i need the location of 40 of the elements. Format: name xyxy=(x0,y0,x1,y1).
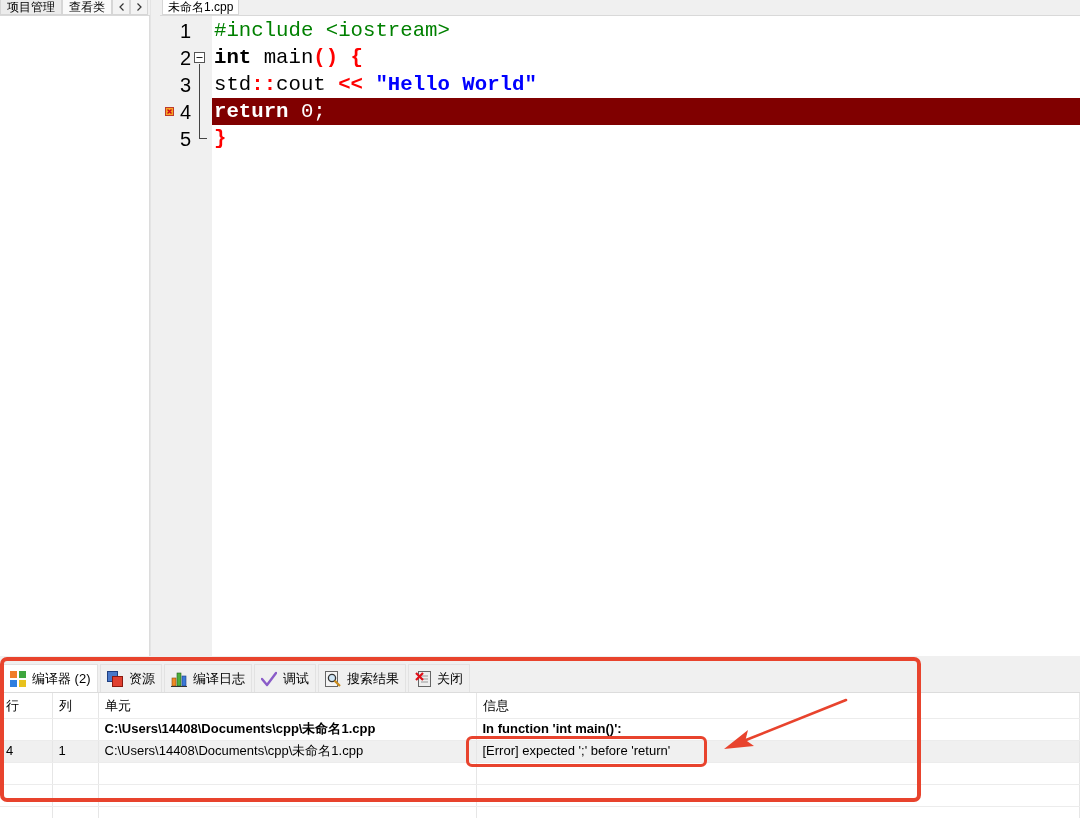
table-cell: C:\Users\14408\Documents\cpp\未命名1.cpp xyxy=(104,743,364,760)
line-number: 5 xyxy=(178,126,191,151)
panel-tab[interactable]: 关闭 xyxy=(407,664,470,692)
table-cell: [Error] expected ';' before 'return' xyxy=(482,743,671,760)
panel-tab[interactable]: 项目管理 xyxy=(0,0,62,15)
panel-tab[interactable]: 编译器 (2) xyxy=(3,664,98,692)
grid-icon xyxy=(10,670,26,687)
line-number: 4 xyxy=(178,99,191,124)
line-number: 3 xyxy=(178,72,191,97)
code-line: int main() { xyxy=(213,45,364,71)
file-tab[interactable]: 未命名1.cpp xyxy=(162,0,240,15)
fold-toggle-icon[interactable] xyxy=(193,52,205,63)
table-cell: 1 xyxy=(58,743,66,760)
code-line: #include <iostream> xyxy=(213,18,451,44)
table-cell: C:\Users\14408\Documents\cpp\未命名1.cpp xyxy=(104,721,376,738)
panel-tab[interactable]: 搜索结果 xyxy=(317,664,406,692)
code-line: std::cout << "Hello World" xyxy=(213,72,538,98)
check-icon xyxy=(260,670,277,687)
line-number: 2 xyxy=(178,45,191,70)
table-cell: 4 xyxy=(6,743,14,760)
line-number: 1 xyxy=(178,18,191,43)
overlapping-squares-icon xyxy=(106,670,123,687)
chevron-right-icon xyxy=(136,3,142,11)
panel-tab[interactable]: 资源 xyxy=(99,664,162,692)
scroll-left-button[interactable] xyxy=(112,0,130,15)
column-header[interactable]: 行 xyxy=(6,697,19,714)
table-cell: In function 'int main()': xyxy=(482,721,622,738)
document-magnifier-icon xyxy=(324,670,341,687)
bar-chart-icon xyxy=(170,670,187,687)
column-header[interactable]: 信息 xyxy=(482,697,509,714)
scroll-right-button[interactable] xyxy=(130,0,148,15)
document-x-icon xyxy=(414,670,431,687)
column-header[interactable]: 列 xyxy=(58,697,72,714)
table-row[interactable]: C:\Users\14408\Documents\cpp\未命名1.cpp In function 'int main()': xyxy=(0,718,1080,740)
column-header[interactable]: 单元 xyxy=(104,697,131,714)
panel-tab[interactable]: 编译日志 xyxy=(163,664,252,692)
panel-tab[interactable]: 查看类 xyxy=(62,0,112,15)
panel-tab[interactable]: 调试 xyxy=(253,664,316,692)
code-line: } xyxy=(213,126,228,152)
chevron-left-icon xyxy=(118,3,124,11)
